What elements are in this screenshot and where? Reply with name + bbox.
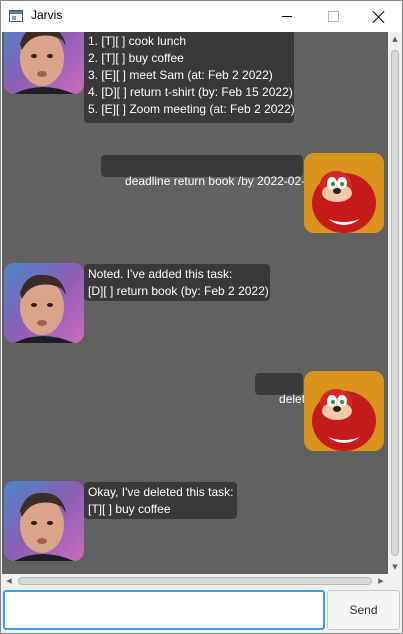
minimize-button[interactable] xyxy=(264,1,310,32)
chat-scroll-pane[interactable]: 1. [T][ ] cook lunch 2. [T][ ] buy coffe… xyxy=(2,32,388,574)
message-line: 4. [D][ ] return t-shirt (by: Feb 15 202… xyxy=(88,85,293,99)
message-line: 1. [T][ ] cook lunch xyxy=(88,34,187,48)
message-input[interactable] xyxy=(3,590,325,630)
jarvis-message-bubble: Noted. I've added this task: [D][ ] retu… xyxy=(84,264,270,301)
scroll-up-icon[interactable]: ▲ xyxy=(388,32,402,46)
user-message-bubble: delete 2 xyxy=(255,373,322,406)
message-line: Okay, I've deleted this task: xyxy=(88,485,234,499)
title-bar[interactable]: Jarvis xyxy=(1,1,402,32)
close-icon xyxy=(372,10,386,24)
user-message-bubble: deadline return book /by 2022-02-02 xyxy=(101,155,319,188)
maximize-button[interactable] xyxy=(310,1,356,32)
send-button[interactable]: Send xyxy=(327,590,400,630)
horizontal-scroll-thumb[interactable] xyxy=(18,577,372,585)
app-icon xyxy=(9,10,23,22)
elon-avatar-icon xyxy=(4,32,84,94)
jarvis-message-bubble: Okay, I've deleted this task: [T][ ] buy… xyxy=(84,482,237,519)
knuckles-avatar-icon xyxy=(304,153,384,233)
scroll-right-icon[interactable]: ▶ xyxy=(374,574,388,588)
horizontal-scrollbar[interactable]: ◀ ▶ xyxy=(2,574,388,588)
elon-avatar-icon xyxy=(4,263,84,343)
window-title: Jarvis xyxy=(31,8,63,22)
scroll-track[interactable] xyxy=(389,46,401,560)
close-button[interactable] xyxy=(356,1,402,32)
jarvis-message-bubble: 1. [T][ ] cook lunch 2. [T][ ] buy coffe… xyxy=(84,32,295,123)
message-line: 2. [T][ ] buy coffee xyxy=(88,51,184,65)
message-line: Noted. I've added this task: xyxy=(88,267,233,281)
knuckles-avatar-icon xyxy=(304,371,384,451)
scrollbar-corner xyxy=(388,574,402,588)
scroll-down-icon[interactable]: ▼ xyxy=(388,560,402,574)
vertical-scrollbar[interactable]: ▲ ▼ xyxy=(388,32,402,574)
message-line: [T][ ] buy coffee xyxy=(88,502,171,516)
message-line: 3. [E][ ] meet Sam (at: Feb 2 2022) xyxy=(88,68,273,82)
input-row: Send xyxy=(1,588,402,633)
message-line: 5. [E][ ] Zoom meeting (at: Feb 2 2022) xyxy=(88,102,295,116)
maximize-icon xyxy=(327,11,339,22)
scroll-thumb[interactable] xyxy=(391,50,399,556)
message-line: deadline return book /by 2022-02-02 xyxy=(125,174,319,188)
message-line: [D][ ] return book (by: Feb 2 2022) xyxy=(88,284,269,298)
minimize-icon xyxy=(282,16,292,17)
elon-avatar-icon xyxy=(4,481,84,561)
scroll-left-icon[interactable]: ◀ xyxy=(2,574,16,588)
app-window: Jarvis 1. [T][] cook lunch 2. [T][] bu… xyxy=(0,0,403,634)
